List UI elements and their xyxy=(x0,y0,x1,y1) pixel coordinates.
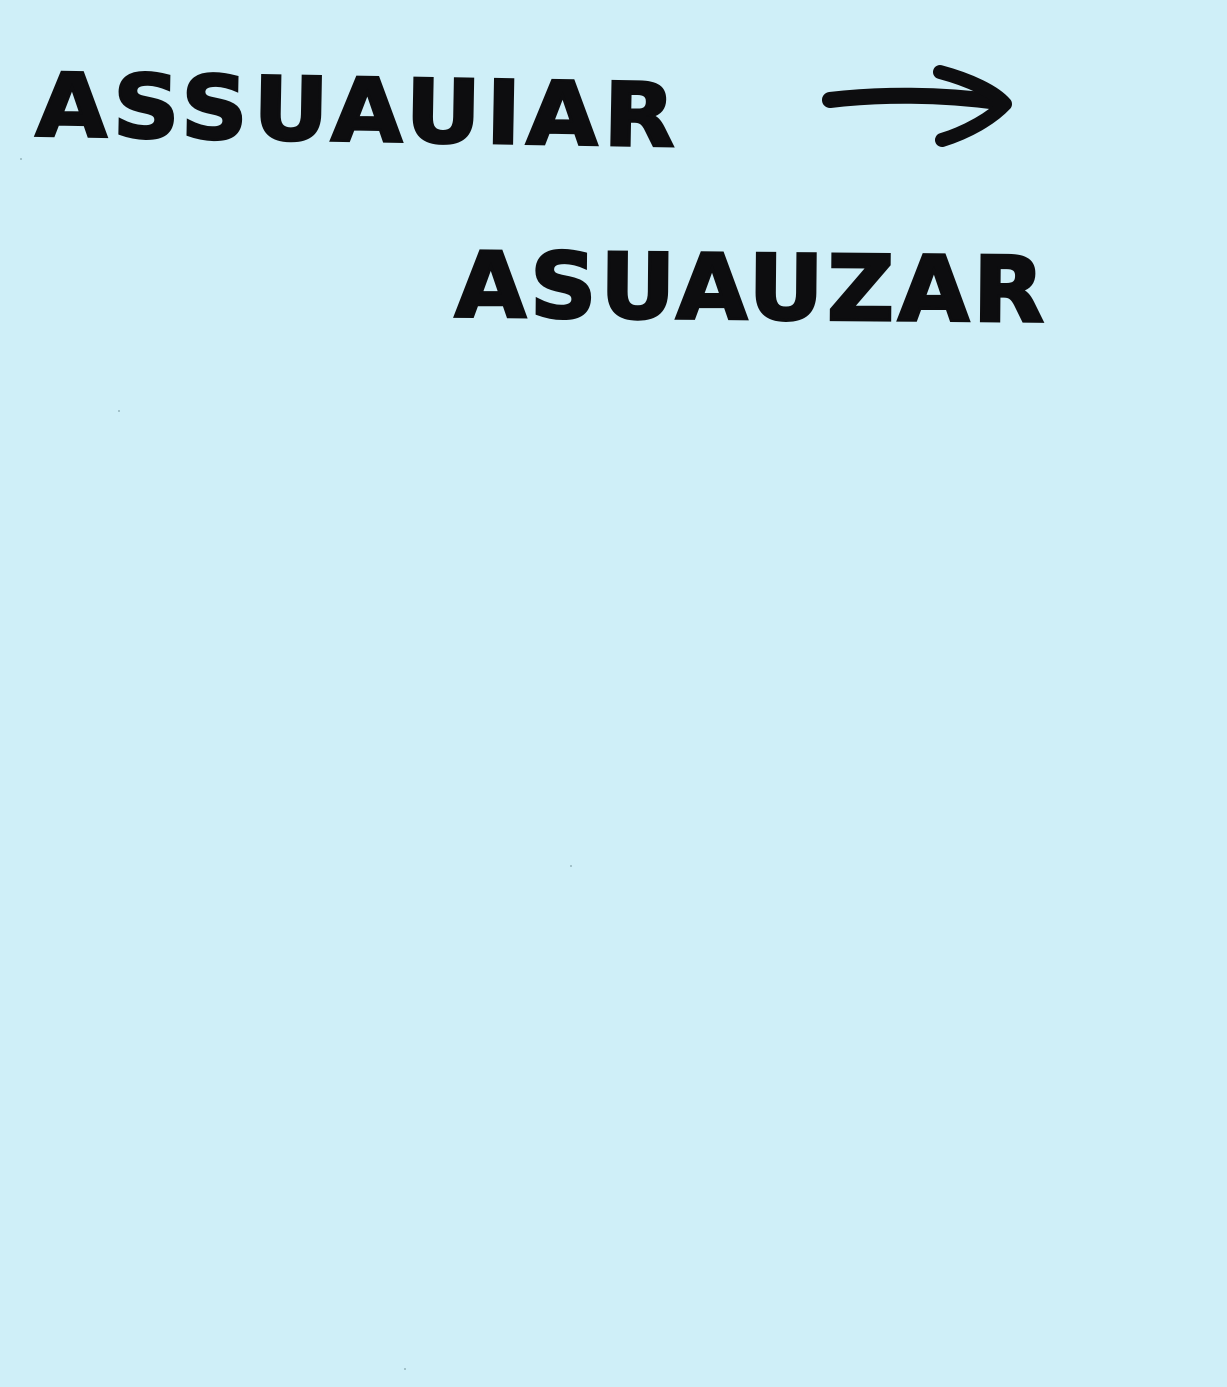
handwritten-word-corrected: ASUAUZAR xyxy=(453,232,1050,345)
paper-speck xyxy=(570,865,572,867)
sticky-note: ASSUAUIAR ASUAUZAR xyxy=(0,0,1227,1387)
right-arrow-icon xyxy=(822,65,1012,147)
handwritten-word-original: ASSUAUIAR xyxy=(34,53,684,168)
paper-speck xyxy=(118,410,120,412)
paper-speck xyxy=(20,158,22,160)
paper-speck xyxy=(404,1368,406,1370)
